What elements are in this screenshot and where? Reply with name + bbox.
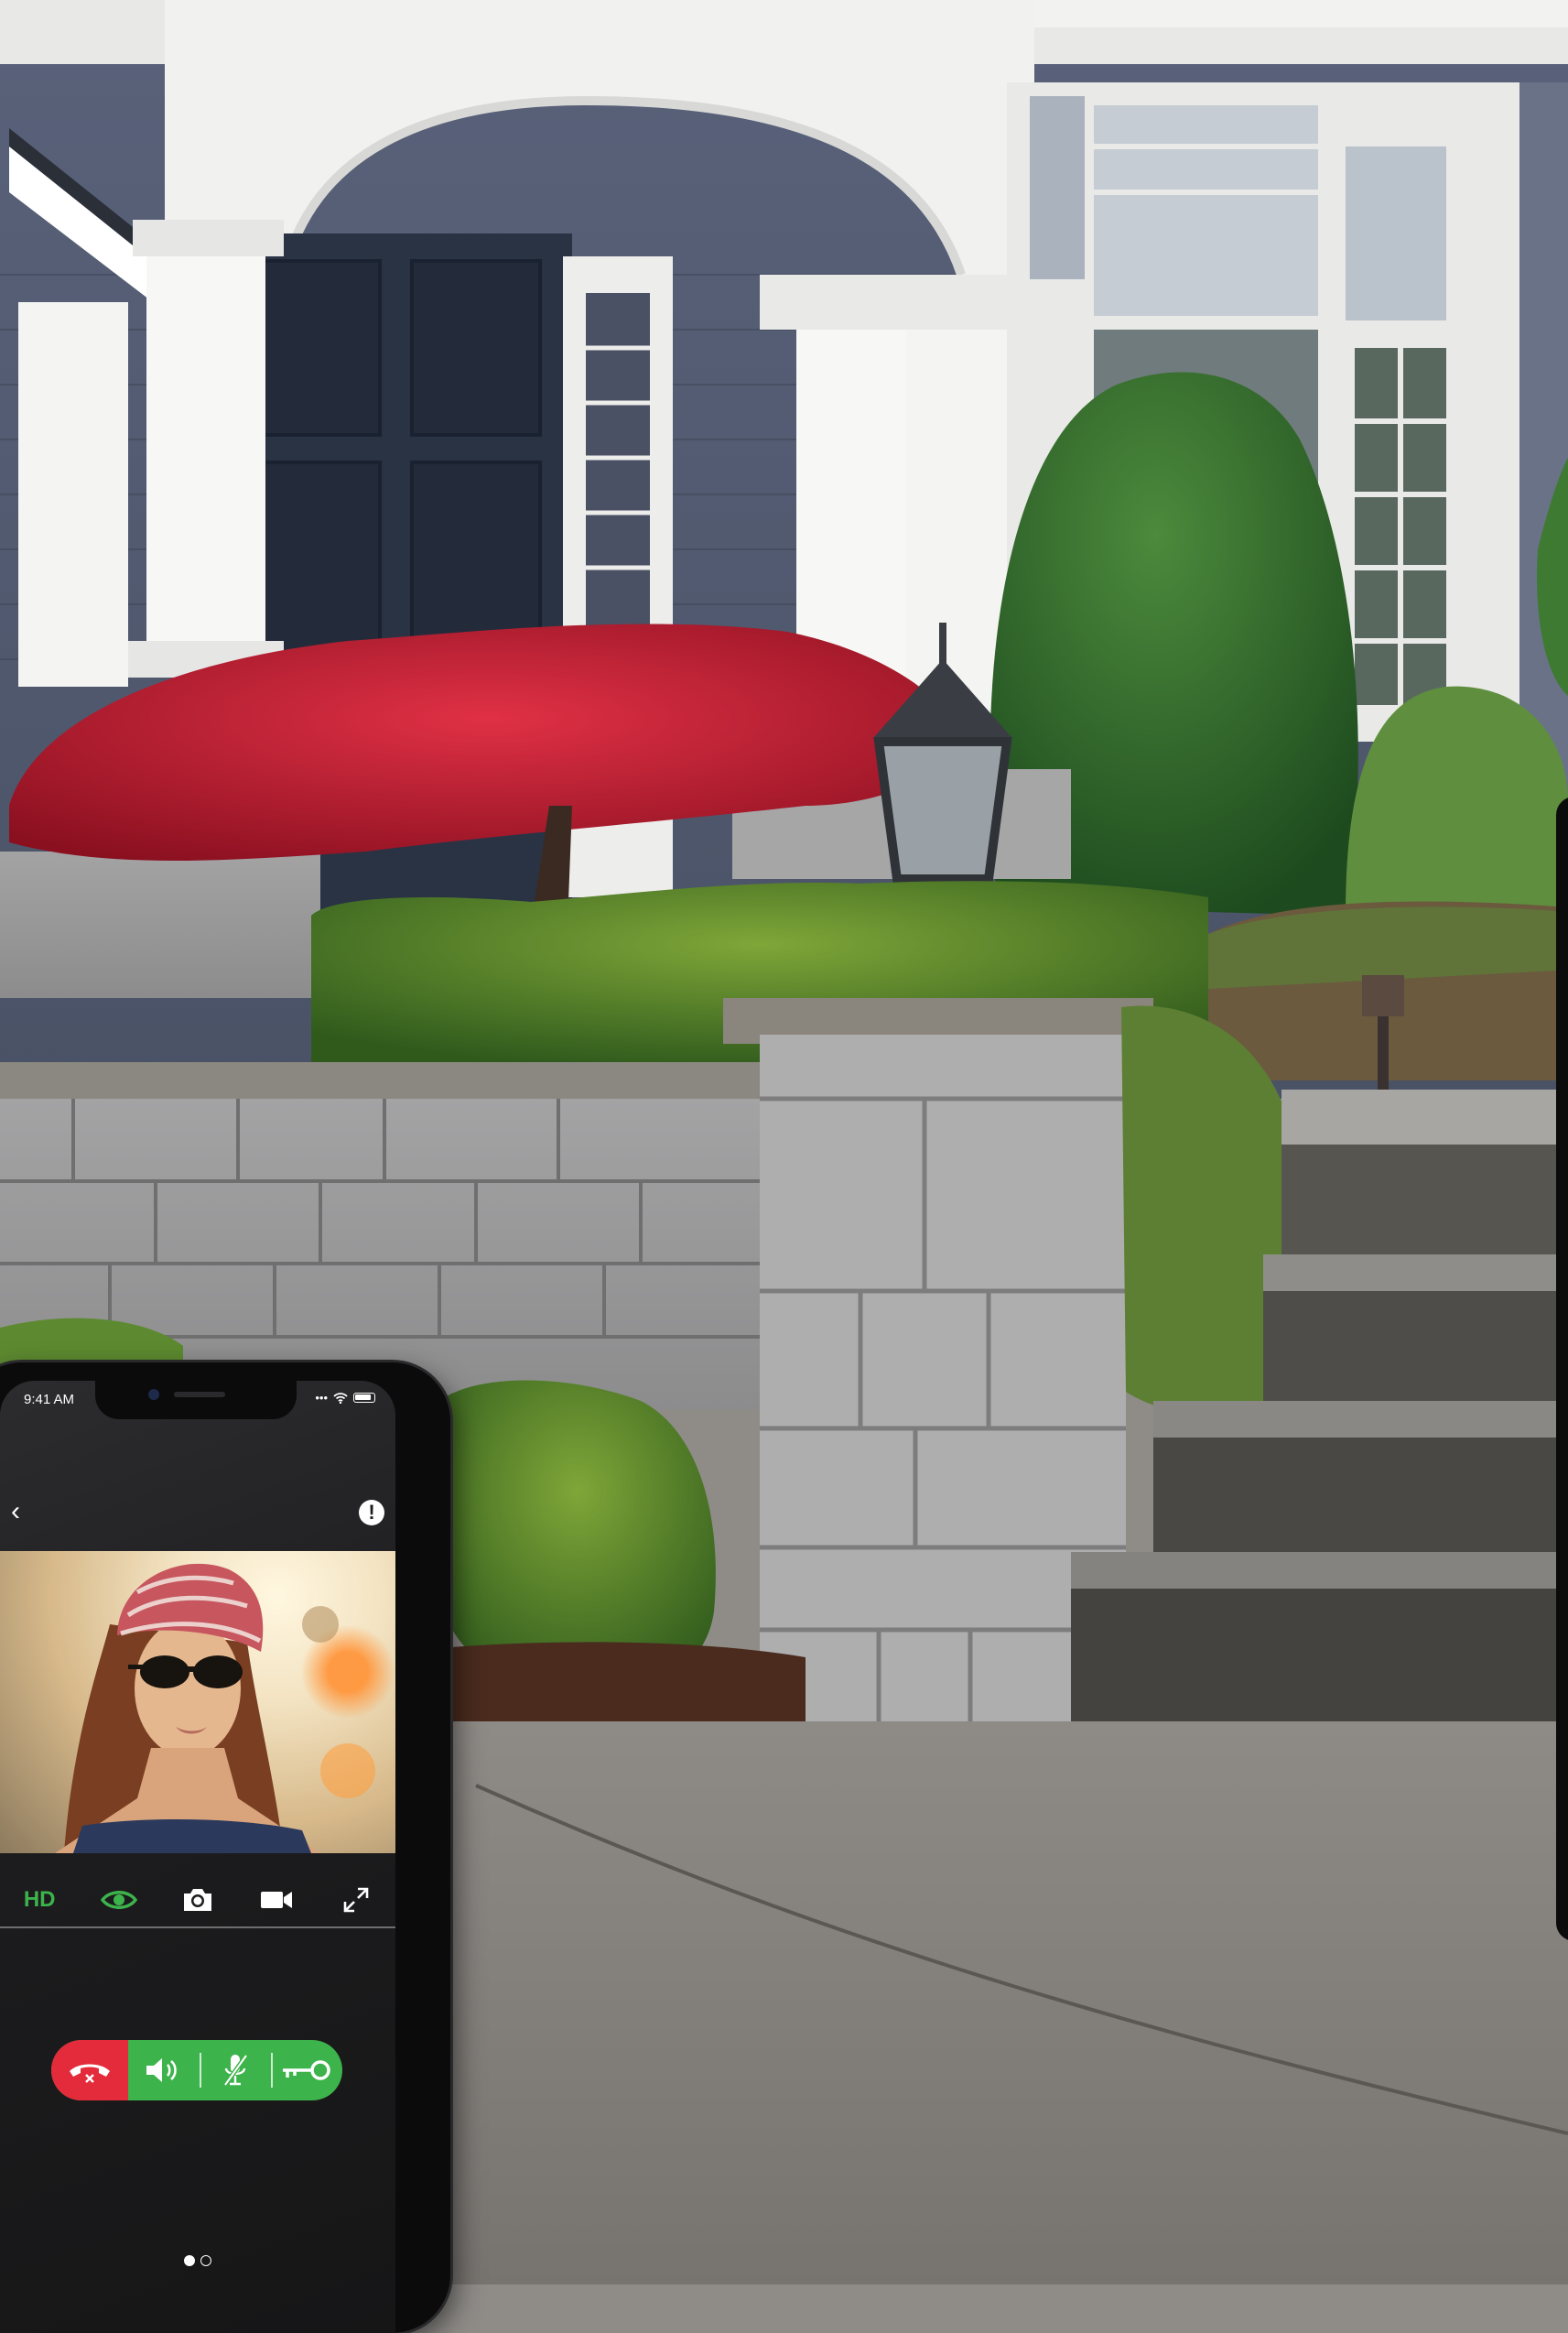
video-controls-bar: HD	[0, 1875, 395, 1925]
phone-notch	[95, 1381, 297, 1419]
earpiece-speaker	[174, 1392, 225, 1397]
signal-icon: •••	[315, 1391, 328, 1405]
expand-icon[interactable]	[329, 1877, 384, 1923]
visitor-image	[55, 1563, 375, 1853]
hd-button[interactable]: HD	[12, 1877, 67, 1923]
phone-hangup-icon	[70, 2064, 111, 2083]
speaker-icon	[146, 2058, 177, 2082]
page-dot-2[interactable]	[200, 2255, 211, 2266]
status-time: 9:41 AM	[24, 1392, 75, 1407]
wifi-icon	[333, 1392, 348, 1404]
video-camera-icon[interactable]	[249, 1877, 304, 1923]
second-phone-edge	[1556, 797, 1568, 1941]
unlock-button[interactable]	[271, 2040, 342, 2100]
phone-screen: 9:41 AM ••• ‹ ! HD	[0, 1381, 395, 2333]
smartphone: 9:41 AM ••• ‹ ! HD	[0, 1362, 450, 2333]
hangup-button[interactable]	[51, 2040, 129, 2100]
key-icon	[283, 2060, 330, 2080]
eye-icon[interactable]	[92, 1877, 146, 1923]
microphone-off-icon	[223, 2054, 249, 2087]
doorbell-video-feed[interactable]	[0, 1551, 395, 1853]
page-indicator	[0, 2255, 395, 2266]
mute-button[interactable]	[200, 2040, 271, 2100]
chevron-left-icon[interactable]: ‹	[11, 1498, 20, 1525]
speaker-button[interactable]	[128, 2040, 200, 2100]
controls-divider	[0, 1926, 395, 1928]
exclamation-circle-icon[interactable]: !	[359, 1500, 384, 1525]
page-dot-1[interactable]	[184, 2255, 195, 2266]
front-camera-icon	[148, 1389, 159, 1400]
battery-icon	[353, 1393, 375, 1403]
camera-icon[interactable]	[170, 1877, 225, 1923]
status-icons: •••	[315, 1391, 375, 1405]
call-action-bar	[51, 2040, 342, 2100]
